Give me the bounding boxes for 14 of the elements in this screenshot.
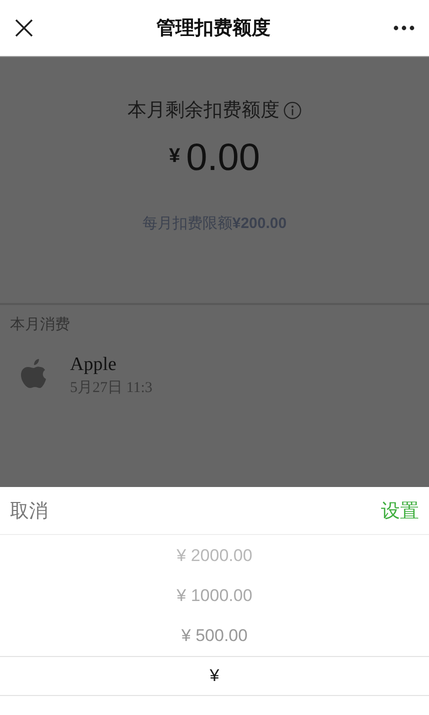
merchant-name: Apple [70, 354, 118, 376]
picker-option[interactable]: ¥ 2000.00 [0, 536, 429, 576]
picker-option[interactable]: ¥ [0, 656, 429, 696]
currency-symbol: ¥ [168, 145, 180, 168]
close-icon[interactable] [14, 18, 34, 38]
remaining-amount: 0.00 [186, 137, 260, 180]
info-icon[interactable] [282, 100, 302, 120]
more-icon[interactable] [393, 25, 415, 31]
quota-label: 本月剩余扣费额度 [128, 99, 280, 123]
page-title: 管理扣费额度 [156, 16, 270, 41]
confirm-button[interactable]: 设置 [381, 498, 419, 524]
cancel-button[interactable]: 取消 [10, 498, 48, 524]
picker-option[interactable]: ¥ 500.00 [0, 616, 429, 656]
picker-option[interactable]: ¥ 1000.00 [0, 576, 429, 616]
